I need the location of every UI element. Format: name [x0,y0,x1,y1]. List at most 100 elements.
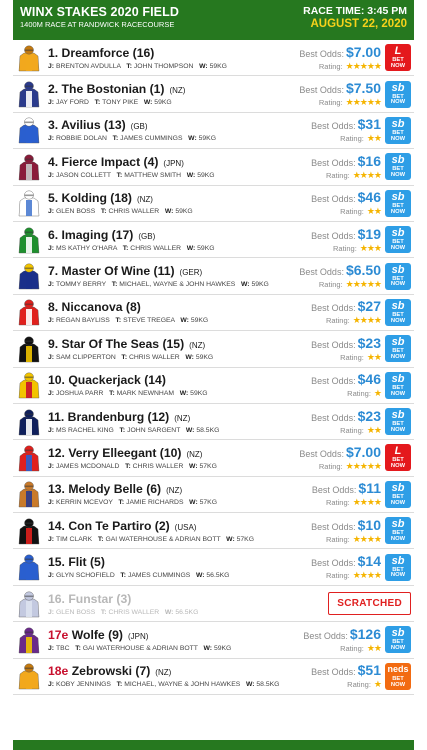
sb-bet-now-button[interactable]: sb BET NOW [385,189,411,217]
weight-value-label: W: [226,535,237,543]
best-odds-value[interactable]: $7.50 [346,80,381,96]
jockey-name-label: J: [48,572,56,580]
runner-name[interactable]: 2. The Bostonian (1) (NZ) [48,82,299,96]
best-odds-value[interactable]: $27 [358,298,381,314]
runner-name[interactable]: 18e Zebrowski (7) (NZ) [48,664,311,678]
lad-bet-now-button[interactable]: L BET NOW [385,44,411,72]
jockey-name-label: J: [48,317,56,325]
runner-name[interactable]: 17e Wolfe (9) (JPN) [48,628,303,642]
odds-block: Best Odds: $46 Rating: ★ [311,371,382,399]
best-odds-value[interactable]: $16 [358,153,381,169]
rating-label: Rating: [340,352,364,362]
jockey-name: JOSHUA PARR [55,390,106,398]
sb-bet-now-button[interactable]: sb BET NOW [385,153,411,181]
runner-name-text: 5. Kolding (18) [48,191,132,206]
odds-block: Best Odds: $126 Rating: ★★ [303,626,382,654]
star-icon: ★★★★ [352,533,382,544]
runner-name-text: 3. Avilius (13) [48,118,126,133]
runner-name[interactable]: 8. Niccanova (8) [48,300,311,314]
rating: Rating: ★★★★★ [299,279,382,290]
race-date: AUGUST 22, 2020 [310,18,407,30]
best-odds-value[interactable]: $7.00 [346,44,381,60]
trainer-name: TONY PIKE [102,99,141,107]
best-odds-value[interactable]: $46 [358,189,381,205]
runner-name[interactable]: 1. Dreamforce (16) [48,46,299,60]
runner-name[interactable]: 9. Star Of The Seas (15) (NZ) [48,337,311,351]
runner-meta: J: GLEN BOSS T: CHRIS WALLER W: 59KG [48,208,311,215]
best-odds: Best Odds: $51 [311,662,381,678]
jockey-silks-icon [18,300,40,326]
sb-bet-now-button[interactable]: sb BET NOW [385,480,411,508]
odds-block: Best Odds: $19 Rating: ★★★ [311,226,382,254]
emergency-number: 17e [48,627,69,642]
sb-bet-now-button[interactable]: sb BET NOW [385,517,411,545]
sb-bet-now-button[interactable]: sb BET NOW [385,335,411,363]
rating-label: Rating: [318,98,343,108]
runner-name[interactable]: 14. Con Te Partiro (2) (USA) [48,519,311,533]
best-odds-value[interactable]: $23 [358,408,381,424]
best-odds-label: Best Odds: [311,558,356,569]
runner-name[interactable]: 7. Master Of Wine (11) (GER) [48,264,299,278]
trainer-name: MARK NEWNHAM [116,390,176,398]
sb-bet-now-button[interactable]: sb BET NOW [385,262,411,290]
best-odds-value[interactable]: $10 [358,517,381,533]
runner-info: 4. Fierce Impact (4) (JPN) J: JASON COLLET… [48,155,311,179]
star-icon: ★★★★ [352,169,382,180]
sb-bet-now-button[interactable]: sb BET NOW [385,408,411,436]
sb-bet-now-button[interactable]: sb BET NOW [385,626,411,654]
best-odds-label: Best Odds: [311,485,357,496]
weight-value: 59KG [175,208,193,216]
rating-label: Rating: [325,316,350,326]
runner-name[interactable]: 6. Imaging (17) (GB) [48,228,311,242]
rating-label: Rating: [325,571,350,581]
best-odds-value[interactable]: $46 [358,371,381,387]
weight-value-label: W: [143,99,155,107]
lad-bet-now-button[interactable]: L BET NOW [385,444,411,472]
sb-bet-now-button[interactable]: sb BET NOW [385,553,411,581]
best-odds-value[interactable]: $19 [358,226,381,242]
neds-bet-now-button[interactable]: neds BET NOW [385,662,411,690]
runner-country: (GB) [138,231,156,241]
runner-info: 15. Flit (5) J: GLYN SCHOFIELD T: JAMES C… [48,555,311,579]
runner-name[interactable]: 16. Funstar (3) [48,592,328,606]
best-odds-value[interactable]: $51 [358,662,381,678]
sb-bet-now-button[interactable]: sb BET NOW [385,298,411,326]
runner-name-text: 11. Brandenburg (12) [48,409,170,424]
runner-name[interactable]: 13. Melody Belle (6) (NZ) [48,482,312,496]
best-odds-value[interactable]: $6.50 [346,262,381,278]
runner-name[interactable]: 10. Quackerjack (14) [48,373,311,387]
runner-name[interactable]: 11. Brandenburg (12) (NZ) [48,410,311,424]
runner-name[interactable]: 15. Flit (5) [48,555,311,569]
sb-bet-now-button[interactable]: sb BET NOW [385,226,411,254]
jockey-silks-icon [18,554,40,581]
runner-name-text: 4. Fierce Impact (4) [48,154,159,169]
sb-bet-now-button[interactable]: sb BET NOW [385,80,411,108]
best-odds-label: Best Odds: [311,230,356,241]
best-odds-value[interactable]: $126 [350,626,381,642]
jockey-name-label: J: [48,426,56,434]
runner-name[interactable]: 5. Kolding (18) (NZ) [48,191,311,205]
trainer-name: CHRIS WALLER [108,208,162,216]
sb-logo-icon: sb [391,190,405,203]
jockey-silks-icon [18,263,40,290]
best-odds-value[interactable]: $31 [358,116,381,132]
jockey-name: TBC [55,644,72,652]
trainer-name: GAI WATERHOUSE & ADRIAN BOTT [82,644,200,652]
runner-info: 14. Con Te Partiro (2) (USA) J: TIM CLARK … [48,519,311,543]
sb-bet-now-button[interactable]: sb BET NOW [385,371,411,399]
runner-name[interactable]: 3. Avilius (13) (GB) [48,118,311,132]
best-odds-value[interactable]: $14 [358,553,381,569]
weight-value-label: W: [185,353,196,361]
trainer-name-label: T: [120,572,128,580]
best-odds-value[interactable]: $7.00 [346,444,381,460]
runner-name[interactable]: 12. Verry Elleegant (10) (NZ) [48,446,299,460]
best-odds-value[interactable]: $11 [358,480,381,496]
sb-bet-now-button[interactable]: sb BET NOW [385,116,411,144]
runner-name[interactable]: 4. Fierce Impact (4) (JPN) [48,155,311,169]
odds-block: Best Odds: $10 Rating: ★★★★ [311,517,382,545]
trainer-name: MATTHEW SMITH [124,171,183,179]
jockey-name: JASON COLLETT [55,171,113,179]
weight-value: 57KG [236,535,255,543]
runner-name-text: 8. Niccanova (8) [48,300,141,315]
best-odds-value[interactable]: $23 [358,335,381,351]
